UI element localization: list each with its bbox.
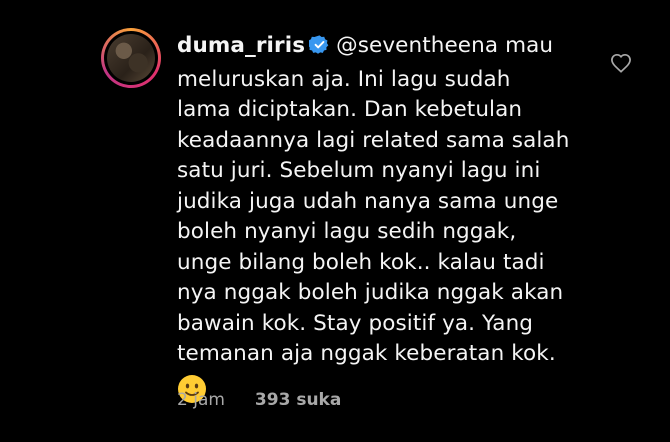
comment-line: nya nggak boleh judika nggak akan <box>177 280 564 305</box>
comment-line: bawain kok. Stay positif ya. Yang <box>177 310 534 336</box>
comment-meta: 2 jam 393 suka <box>177 390 341 410</box>
comment-line: temanan aja nggak keberatan kok. <box>177 341 556 366</box>
comment-line: unge bilang boleh kok.. kalau tadi <box>177 249 545 275</box>
comment-line: lama diciptakan. Dan kebetulan <box>177 97 523 122</box>
comment-line: meluruskan aja. Ini lagu sudah <box>177 66 511 92</box>
comment-line: keadaannya lagi related sama salah <box>177 127 570 153</box>
comment-line: satu juri. Sebelum nyanyi lagu ini <box>177 158 541 183</box>
comment-line: judika juga udah nanya sama unge <box>177 188 559 214</box>
heart-icon <box>611 53 631 73</box>
comment-body: duma_riris @seventheena mau meluruskan aj… <box>177 31 597 413</box>
comment-username[interactable]: duma_riris <box>177 33 305 58</box>
comment-avatar[interactable] <box>101 28 161 88</box>
verified-badge-icon <box>307 34 330 65</box>
comment-timestamp[interactable]: 2 jam <box>177 390 225 410</box>
avatar-image <box>107 34 155 82</box>
comment-line: boleh nyanyi lagu sedih nggak, <box>177 219 517 244</box>
comment-like-count[interactable]: 393 suka <box>255 390 341 410</box>
like-comment-button[interactable] <box>610 53 632 77</box>
comment-line: @seventheena mau <box>336 33 554 58</box>
